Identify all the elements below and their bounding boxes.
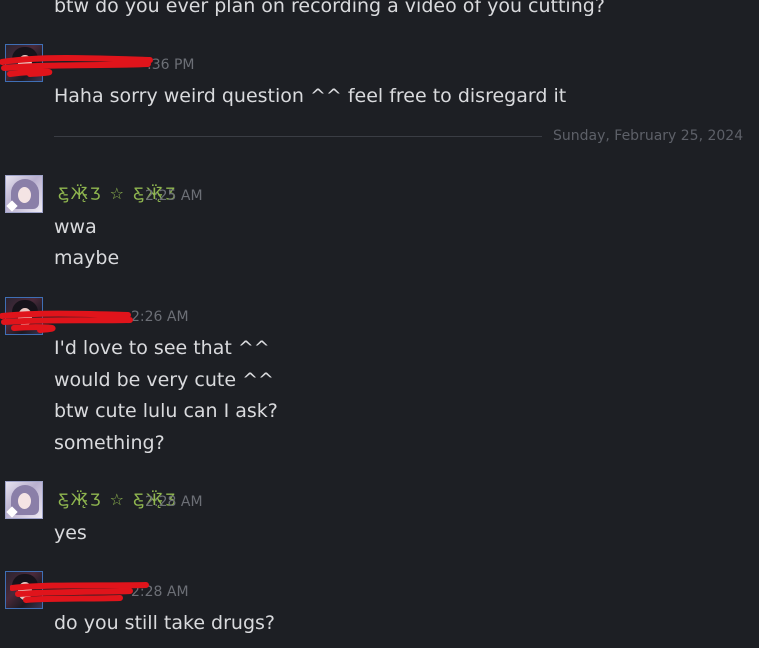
message-line: I'd love to see that ^^ [54,337,270,359]
user-avatar[interactable] [5,175,43,213]
message-line: btw do you ever plan on recording a vide… [54,0,605,17]
message-line: maybe [54,247,120,269]
date-divider-line [54,136,542,137]
message-timestamp: 2:25 AM [145,188,203,204]
user-avatar[interactable] [5,481,43,519]
redaction-scribble [0,55,153,77]
message-line: do you still take drugs? [54,612,276,634]
chat-log: btw do you ever plan on recording a vide… [0,0,759,648]
avatar-face [18,187,31,203]
message-line: wwa [54,216,97,238]
avatar-face [18,493,31,509]
redaction-scribble [0,310,133,333]
message-line: something? [54,432,165,454]
message-line: would be very cute ^^ [54,369,274,391]
message-line: Haha sorry weird question ^^ feel free t… [54,85,567,107]
message-timestamp: 2:28 AM [145,494,203,510]
message-line: btw cute lulu can I ask? [54,400,278,422]
redaction-scribble [10,582,149,603]
date-divider-label: Sunday, February 25, 2024 [553,128,744,144]
message-line: yes [54,522,87,544]
